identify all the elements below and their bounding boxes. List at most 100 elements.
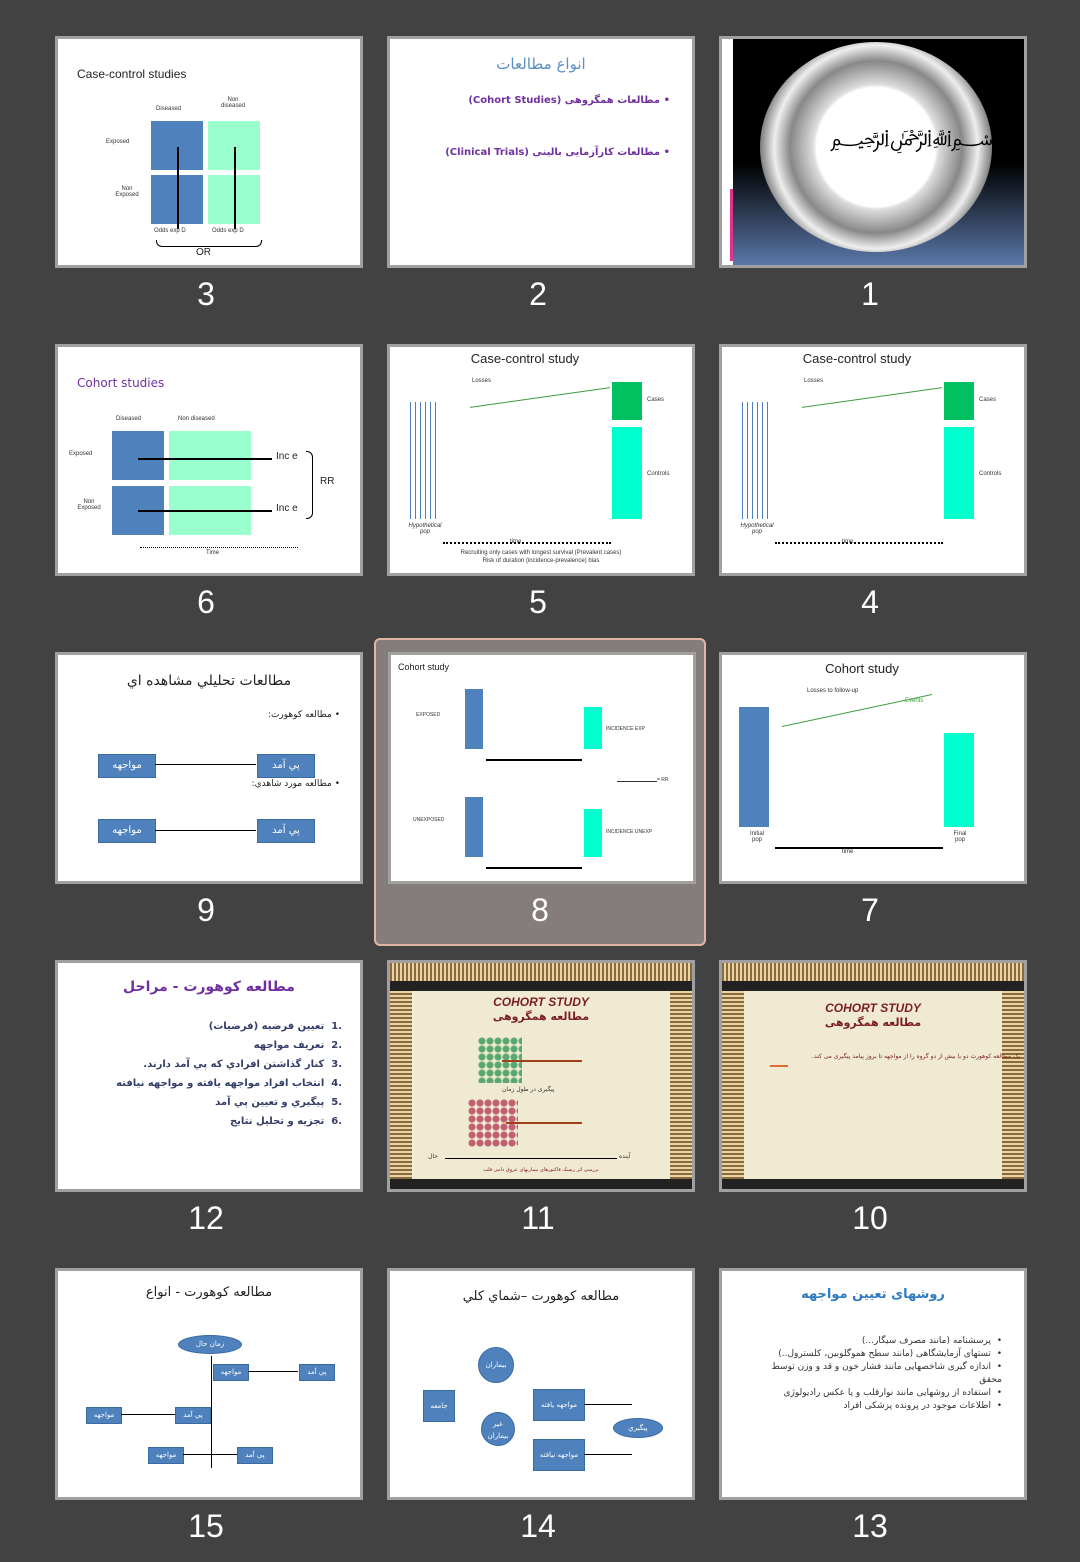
slide-8[interactable]: Cohort study EXPOSED INCIDENCE EXP = RR …: [374, 638, 706, 946]
slide-thumbnail[interactable]: روشهای تعیین مواجهه • پرسشنامه (مانند مص…: [719, 1268, 1027, 1500]
time-arrow: [486, 759, 582, 761]
slide-thumbnail[interactable]: Cohort study EXPOSED INCIDENCE EXP = RR …: [388, 652, 696, 884]
arrow: [584, 1454, 632, 1455]
slide-number: 14: [520, 1508, 556, 1544]
final-pop-box: [944, 733, 974, 827]
caption: بررسی اثر ریسک فاکتورهای بیماریهای عروق …: [483, 1167, 599, 1173]
slide-10[interactable]: COHORT STUDY مطالعه همگروهی یک مطالعه کو…: [704, 946, 1036, 1254]
bullet: • مطالعات همگروهی (Cohort Studies): [468, 95, 670, 106]
slide-number: 13: [852, 1508, 888, 1544]
exposure-box: مواجهه: [98, 819, 156, 843]
slide-15[interactable]: مطالعه كوهورت - انواع زمان حال مواجهه پي…: [40, 1254, 372, 1562]
slide-thumbnail[interactable]: Case-control study Losses Cases Controls…: [387, 344, 695, 576]
controls-box: [944, 427, 974, 519]
time-axis: [443, 542, 611, 544]
time-label: time: [842, 849, 854, 855]
bullet: • اطلاعات موجود در پرونده پزشکی افراد: [843, 1401, 1002, 1411]
arrow-left: [155, 830, 256, 831]
arrow: [506, 1122, 582, 1124]
slide-thumbnail[interactable]: مطالعه كوهورت –شماي كلي جامعه بيماران غي…: [387, 1268, 695, 1500]
ratio-line: [617, 781, 657, 782]
slide-title: Cohort studies: [77, 376, 165, 390]
slide-title-fa: مطالعه همگروهی: [492, 1010, 590, 1023]
slide-number: 11: [521, 1200, 555, 1236]
row-label: Exposed: [69, 451, 93, 457]
slide-14[interactable]: مطالعه كوهورت –شماي كلي جامعه بيماران غي…: [372, 1254, 704, 1562]
slide-thumbnail[interactable]: مطالعات تحليلي مشاهده اي • مطالعه كوهورت…: [55, 652, 363, 884]
slide-body: یک مطالعه کوهورت دو یا بیش از دو گروه را…: [812, 1053, 1020, 1060]
slide-thumbnail[interactable]: COHORT STUDY مطالعه همگروهی پیگیری در طو…: [387, 960, 695, 1192]
col-label: Non diseased: [178, 416, 215, 422]
col-label: Non diseased: [220, 97, 246, 109]
arrow-right: [155, 764, 256, 765]
time-arrow: [775, 847, 943, 849]
controls-label: Controls: [647, 471, 670, 477]
slide-number: 4: [861, 584, 879, 620]
time-axis: [775, 542, 943, 544]
cases-box: [612, 382, 642, 420]
slide-number: 8: [531, 892, 549, 928]
arrow: [248, 1371, 298, 1372]
bullet: • استفاده از روشهایی مانند نوارقلب و یا …: [783, 1388, 1003, 1398]
incidence-label: INCIDENCE EXP: [606, 726, 645, 732]
time-label: Time: [206, 550, 220, 556]
slide-thumbnail[interactable]: ﷽: [719, 36, 1027, 268]
slide-thumbnail[interactable]: انواع مطالعات • مطالعات همگروهی (Cohort …: [387, 36, 695, 268]
row-label: Non Exposed: [77, 499, 101, 511]
slide-6[interactable]: Cohort studies Diseased Non diseased Exp…: [40, 330, 372, 638]
slide-11[interactable]: COHORT STUDY مطالعه همگروهی پیگیری در طو…: [372, 946, 704, 1254]
brace: [306, 451, 313, 519]
slide-thumbnail[interactable]: Cohort study Losses to follow-up Events …: [719, 652, 1027, 884]
step-item: .6 تجزيه و تحليل نتايج: [229, 1116, 342, 1127]
slide-title: مطالعه كوهورت - انواع: [145, 1285, 273, 1300]
followup-label: پیگیری در طول زمان: [502, 1086, 555, 1093]
final-label: Final pop: [953, 831, 967, 843]
slide-7[interactable]: Cohort study Losses to follow-up Events …: [704, 638, 1036, 946]
slide-4[interactable]: Case-control study Losses Cases Controls…: [704, 330, 1036, 638]
arrow: [502, 1060, 582, 1062]
group-label: UNEXPOSED: [413, 817, 445, 823]
cases-label: Cases: [979, 397, 997, 403]
underline-accent: [770, 1065, 788, 1067]
dark-band: [722, 1179, 1024, 1189]
controls-box: [612, 427, 642, 519]
incidence-label: INCIDENCE UNEXP: [606, 829, 653, 835]
slide-13[interactable]: روشهای تعیین مواجهه • پرسشنامه (مانند مص…: [704, 1254, 1036, 1562]
slide-number: 15: [188, 1508, 224, 1544]
slide-thumbnail[interactable]: Case-control studies Diseased Non diseas…: [55, 36, 363, 268]
hypothetical-pop-pattern: [742, 402, 772, 519]
decorative-border-top: [722, 963, 1024, 981]
non-patients-circle: غير بيماران: [481, 1412, 515, 1446]
row-label: Non Exposed: [115, 186, 139, 198]
rr-label: = RR: [657, 777, 669, 783]
slide-title: مطالعه كوهورت - مراحل: [123, 979, 295, 995]
slide-2[interactable]: انواع مطالعات • مطالعات همگروهی (Cohort …: [372, 22, 704, 330]
slide-12[interactable]: مطالعه كوهورت - مراحل .1 تعيين فرضيه (فر…: [40, 946, 372, 1254]
slide-1[interactable]: ﷽ 1: [704, 22, 1036, 330]
slide-3[interactable]: Case-control studies Diseased Non diseas…: [40, 22, 372, 330]
slide-thumbnail[interactable]: مطالعه كوهورت - مراحل .1 تعيين فرضيه (فر…: [55, 960, 363, 1192]
slide-thumbnail[interactable]: Case-control study Losses Cases Controls…: [719, 344, 1027, 576]
initial-label: Initial pop: [749, 831, 764, 843]
footnote: Recruiting only cases with longest survi…: [460, 550, 622, 556]
slide-title: انواع مطالعات: [496, 55, 586, 73]
time-axis: [140, 547, 298, 548]
slide-thumbnail[interactable]: Cohort studies Diseased Non diseased Exp…: [55, 344, 363, 576]
slide-5[interactable]: Case-control study Losses Cases Controls…: [372, 330, 704, 638]
exposure-box: مواجهه: [86, 1407, 122, 1424]
step-item: .1 تعيين فرضيه (فرضيات): [208, 1021, 342, 1032]
steps-list: .1 تعيين فرضيه (فرضيات) .2 تعريف مواجهه …: [116, 1017, 342, 1131]
bullet: • تستهای آزمایشگاهی (مانند سطح هموگلوبین…: [778, 1349, 1002, 1359]
present-line: [211, 1356, 212, 1468]
losses-label: Losses to follow-up: [807, 688, 859, 694]
arrow: [183, 1454, 237, 1455]
slide-thumbnail[interactable]: مطالعه كوهورت - انواع زمان حال مواجهه پي…: [55, 1268, 363, 1500]
time-arrow: [486, 867, 582, 869]
arrow: [584, 1404, 632, 1405]
bullet-list: • پرسشنامه (مانند مصرف سیگار...) • تستها…: [752, 1335, 1003, 1413]
slide-number: 9: [197, 892, 215, 928]
slide-9[interactable]: مطالعات تحليلي مشاهده اي • مطالعه كوهورت…: [40, 638, 372, 946]
slide-thumbnail[interactable]: COHORT STUDY مطالعه همگروهی یک مطالعه کو…: [719, 960, 1027, 1192]
arrow-line: [234, 147, 236, 229]
bullet: • اندازه گیری شاخصهایی مانند فشار خون و …: [771, 1362, 1003, 1385]
